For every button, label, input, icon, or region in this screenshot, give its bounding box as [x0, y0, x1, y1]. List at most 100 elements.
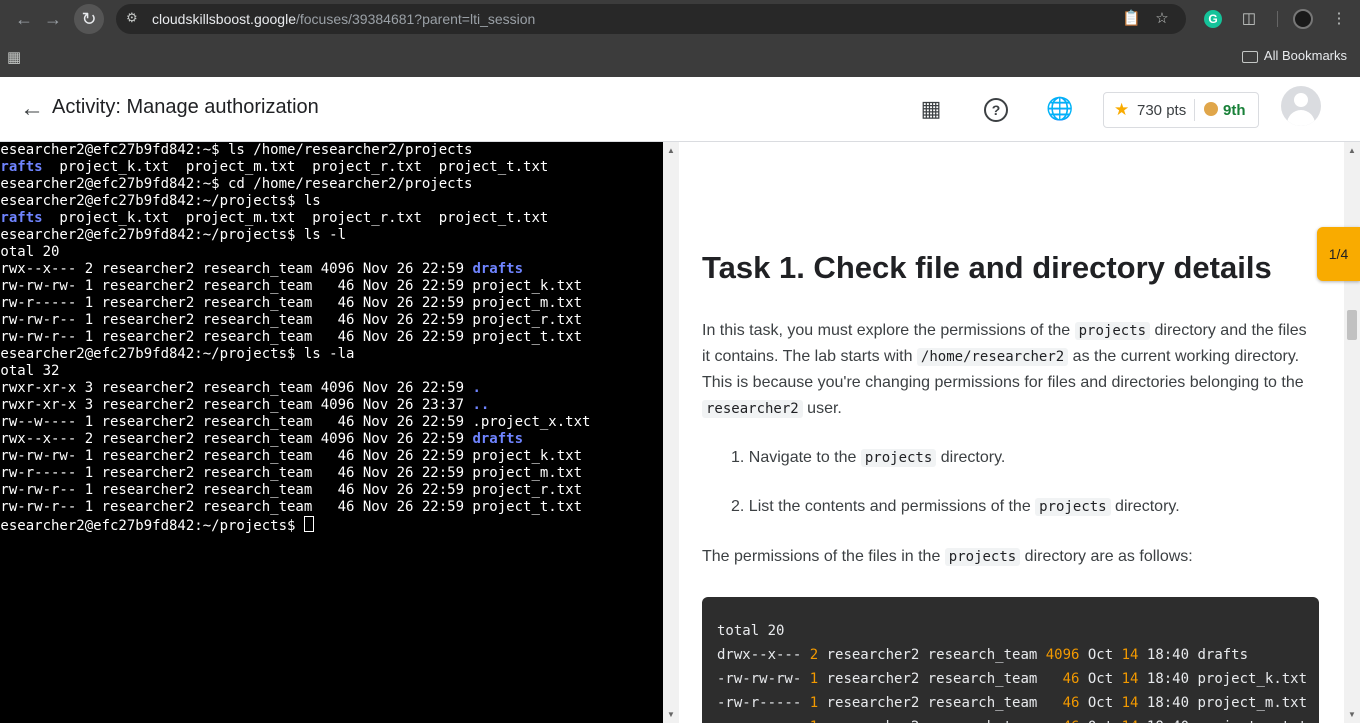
app-header: ← Activity: Manage authorization ▦ ? 🌐 ★…: [0, 77, 1360, 142]
grammarly-extension-icon[interactable]: G: [1204, 10, 1222, 28]
avatar-icon[interactable]: [1281, 86, 1321, 126]
more-vert-icon[interactable]: ⋮: [1328, 8, 1350, 30]
text-segment: researcher2 research_team: [818, 719, 1062, 723]
number-token: 14: [1121, 695, 1139, 711]
text-segment: -rw-r----- 1 researcher2 research_team 4…: [0, 465, 583, 481]
permissions-text: The permissions of the files in the proj…: [702, 548, 1193, 566]
text-segment: researcher2 research_team: [818, 671, 1063, 687]
back-arrow-icon[interactable]: ←: [20, 95, 44, 123]
puzzle-icon[interactable]: ◫: [1238, 8, 1260, 30]
points-badge[interactable]: ★ 730 pts 9th: [1103, 92, 1259, 128]
text-segment: -rw-r----- 1 researcher2 research_team 4…: [0, 295, 583, 311]
text-segment: -rw-rw-r-- 1 researcher2 research_team 4…: [0, 312, 583, 328]
text-segment: drwx--x---: [717, 647, 810, 663]
terminal-line: researcher2@efc27b9fd842:~/projects$: [0, 516, 314, 534]
code-line: -rw-rw-rw- 1 researcher2 research_team 4…: [717, 671, 1307, 687]
text-segment: -rw-rw-r--: [717, 719, 810, 723]
number-token: 2: [809, 647, 819, 663]
text-segment: drwxr-xr-x 3 researcher2 research_team 4…: [0, 380, 473, 396]
text-segment: Oct: [1079, 671, 1122, 687]
terminal-line: drwx--x--- 2 researcher2 research_team 4…: [0, 261, 523, 277]
terminal-line: -rw-r----- 1 researcher2 research_team 4…: [0, 465, 582, 481]
step-2: 2. List the contents and permissions of …: [731, 498, 1180, 516]
all-bookmarks-button[interactable]: All Bookmarks: [1241, 48, 1347, 63]
text-segment: -rw-rw-rw- 1 researcher2 research_team 4…: [0, 448, 583, 464]
terminal-line: -rw-rw-rw- 1 researcher2 research_team 4…: [0, 278, 582, 294]
scroll-down-icon[interactable]: ▼: [1348, 710, 1356, 719]
avatar-head: [1294, 93, 1308, 107]
avatar-body: [1287, 110, 1315, 126]
apps-grid-icon[interactable]: ▦: [7, 48, 21, 66]
tune-icon[interactable]: ⚙: [126, 10, 142, 26]
browser-chrome: ← → ↻ ⚙ cloudskillsboost.google/focuses/…: [0, 0, 1360, 77]
code-block: total 20 drwx--x--- 2 researcher2 resear…: [702, 597, 1319, 723]
text-segment: researcher2@efc27b9fd842:~/projects$ ls …: [0, 227, 347, 243]
inline-code: /home/researcher2: [916, 348, 1069, 366]
directory-name: .: [472, 380, 481, 396]
star-icon: ★: [1114, 100, 1130, 119]
terminal-scrollbar[interactable]: ▲ ▼: [663, 142, 679, 723]
terminal-output[interactable]: researcher2@efc27b9fd842:~$ ls /home/res…: [0, 142, 590, 535]
url-host: cloudskillsboost.google: [152, 11, 296, 27]
rank-value: 9th: [1223, 102, 1246, 119]
inline-code: researcher2: [702, 400, 803, 418]
directory-name: drafts: [472, 431, 524, 447]
back-arrow-icon[interactable]: ←: [11, 6, 37, 32]
terminal-line: drwx--x--- 2 researcher2 research_team 4…: [0, 431, 523, 447]
task-progress-tab[interactable]: 1/4: [1317, 227, 1360, 281]
text-segment: researcher2@efc27b9fd842:~/projects$ ls …: [0, 346, 355, 362]
directory-name: drafts: [472, 261, 524, 277]
code-line: drwx--x--- 2 researcher2 research_team 4…: [717, 647, 1248, 663]
text-segment: -rw-rw-rw-: [717, 671, 810, 687]
number-token: 14: [1122, 719, 1139, 723]
text-segment: researcher2@efc27b9fd842:~/projects$: [0, 518, 304, 534]
code-line: total 20: [717, 623, 784, 639]
url-path: /focuses/39384681?parent=lti_session: [295, 11, 536, 27]
text-segment: 18:40 project_r.txt: [1138, 719, 1307, 723]
clipboard-icon[interactable]: 📋: [1122, 10, 1141, 28]
star-icon[interactable]: ☆: [1153, 10, 1171, 28]
text-segment: Oct: [1079, 647, 1122, 663]
terminal-line: total 32: [0, 363, 59, 379]
scroll-down-icon[interactable]: ▼: [667, 710, 675, 719]
terminal-line: -rw-rw-rw- 1 researcher2 research_team 4…: [0, 448, 582, 464]
globe-icon[interactable]: 🌐: [1046, 96, 1073, 122]
scroll-up-icon[interactable]: ▲: [1348, 146, 1356, 155]
number-token: 14: [1121, 647, 1139, 663]
profile-avatar-icon[interactable]: [1293, 9, 1313, 29]
text-segment: researcher2@efc27b9fd842:~$ cd /home/res…: [0, 176, 473, 192]
terminal-line: total 20: [0, 244, 59, 260]
help-icon[interactable]: ?: [984, 98, 1008, 122]
inline-code: projects: [1035, 498, 1111, 516]
scroll-up-icon[interactable]: ▲: [667, 146, 675, 155]
inline-code: projects: [860, 449, 937, 467]
text-segment: drwxr-xr-x 3 researcher2 research_team 4…: [0, 397, 473, 413]
url-text[interactable]: cloudskillsboost.google/focuses/39384681…: [152, 4, 535, 34]
terminal[interactable]: researcher2@efc27b9fd842:~$ ls /home/res…: [0, 142, 663, 723]
directory-name: drafts: [0, 210, 43, 226]
terminal-line: drafts project_k.txt project_m.txt proje…: [0, 210, 548, 226]
number-token: 1: [809, 671, 819, 687]
terminal-line: -rw-rw-r-- 1 researcher2 research_team 4…: [0, 312, 582, 328]
reload-icon[interactable]: ↻: [74, 4, 104, 34]
terminal-line: -rw-rw-r-- 1 researcher2 research_team 4…: [0, 329, 582, 345]
text-segment: -rw-rw-rw- 1 researcher2 research_team 4…: [0, 278, 583, 294]
code-line: -rw-r----- 1 researcher2 research_team 4…: [717, 695, 1307, 711]
scrollbar-thumb[interactable]: [1347, 310, 1357, 340]
text-segment: 18:40 project_m.txt: [1138, 695, 1308, 711]
text-segment: total 20: [717, 623, 785, 639]
code-block-content: total 20 drwx--x--- 2 researcher2 resear…: [717, 619, 1307, 723]
league-badge-icon: [1204, 102, 1218, 116]
number-token: 4096: [1045, 647, 1080, 663]
forward-arrow-icon[interactable]: →: [40, 6, 66, 32]
dashboard-icon[interactable]: ▦: [918, 96, 944, 122]
instructions-panel: Task 1. Check file and directory details…: [679, 142, 1344, 723]
text-segment: 18:40 project_k.txt: [1138, 671, 1308, 687]
step-1: 1. Navigate to the projects directory.: [731, 449, 1006, 467]
address-bar[interactable]: ⚙ cloudskillsboost.google/focuses/393846…: [116, 4, 1186, 34]
text-segment: -rw--w---- 1 researcher2 research_team 4…: [0, 414, 591, 430]
points-value: 730 pts: [1137, 102, 1187, 119]
text-segment: -rw-r-----: [717, 695, 810, 711]
number-token: 1: [809, 695, 819, 711]
number-token: 1: [810, 719, 818, 723]
